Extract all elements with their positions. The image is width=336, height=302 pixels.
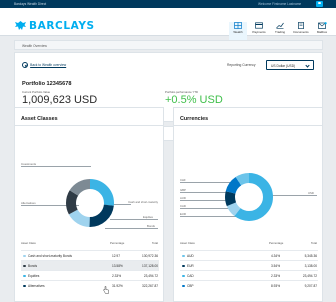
legend-dot <box>182 284 185 288</box>
column-header: Asset Class <box>180 241 195 245</box>
asset-classes-card: Asset Classes Investments Alternatives C… <box>14 107 164 302</box>
currency-name: EUR <box>187 264 194 268</box>
column-header: Asset Class <box>21 241 36 245</box>
table-row[interactable]: CAD 2.33% 23,494.72 <box>180 270 318 280</box>
nav-label: Mailbox <box>316 30 328 34</box>
portfolio-value: 1,009,623 USD <box>22 94 98 106</box>
table-row[interactable]: Equities 2.33% 23,494.72 <box>21 270 159 280</box>
nav-label: Documents <box>293 30 309 34</box>
reporting-currency-select[interactable]: US Dollar (USD) <box>266 60 314 70</box>
user-icon[interactable] <box>316 1 323 7</box>
currency-name: AUD <box>187 254 194 258</box>
leader-line <box>21 166 91 167</box>
currencies-title: Currencies <box>180 116 209 122</box>
mailbox-icon <box>317 22 327 29</box>
asset-class-total: 130,972.36 <box>142 254 158 258</box>
column-header: Percentage <box>269 241 284 245</box>
nav-label: Wealth <box>233 30 243 34</box>
nav-label: Trading <box>274 30 286 34</box>
asset-class-name: Alternatives <box>28 284 45 288</box>
breadcrumb-label[interactable]: Wealth Overview <box>22 44 47 48</box>
back-arrow-icon <box>22 62 28 68</box>
asset-class-name: Cash and short-maturity Bonds <box>28 254 72 258</box>
legend-dot <box>23 284 26 288</box>
currency-name: CBP <box>187 284 194 288</box>
chevron-down-icon <box>305 62 310 68</box>
asset-class-percentage: 12.97 <box>112 254 120 258</box>
currency-percentage: 2.33% <box>271 274 281 278</box>
wealth-grid-icon <box>234 22 242 29</box>
legend-dot <box>23 254 26 258</box>
brand-name: BARCLAYS <box>29 20 95 32</box>
leader-line <box>105 228 158 229</box>
currencies-card: Currencies CHF GBP AUD CAD EUR USD Asset… <box>173 107 323 302</box>
nav-documents[interactable]: Documents <box>292 22 310 40</box>
asset-class-name: Bonds <box>28 264 38 268</box>
currency-total: 9,207.87 <box>304 284 317 288</box>
back-link-label: Back to Wealth overview <box>30 63 67 67</box>
breadcrumb: Wealth Overview <box>14 40 323 50</box>
currency-percentage: 8.93% <box>271 284 281 288</box>
reporting-currency-label: Reporting Currency <box>227 63 256 67</box>
legend-dot <box>182 274 185 278</box>
table-row[interactable]: Alternatives 31.92% 322,267.87 <box>21 280 159 290</box>
asset-class-total: 137,128.00 <box>142 264 158 268</box>
header: BARCLAYS Wealth Payments Trading Documen… <box>0 8 336 40</box>
asset-class-percentage: 2.33% <box>112 274 122 278</box>
asset-donut-chart <box>66 179 114 227</box>
legend-dot <box>182 264 185 268</box>
table-row[interactable]: EUR 3.54% 3,138.00 <box>180 260 318 270</box>
table-row[interactable]: CBP 8.93% 9,207.87 <box>180 280 318 290</box>
table-row[interactable]: Cash and short-maturity Bonds 12.97 130,… <box>21 250 159 260</box>
nav-payments[interactable]: Payments <box>250 22 268 40</box>
welcome-text[interactable]: Welcome Firstname Lastname <box>258 2 301 6</box>
portfolio-performance: +0.5% USD <box>165 94 223 106</box>
currency-total: 3,138.00 <box>304 264 317 268</box>
asset-classes-title: Asset Classes <box>21 116 58 122</box>
asset-class-total: 23,494.72 <box>143 274 158 278</box>
back-link[interactable]: Back to Wealth overview <box>22 62 66 68</box>
currency-total: 23,494.72 <box>302 274 317 278</box>
trading-chart-icon <box>276 22 284 29</box>
table-row[interactable]: Bonds 13.58% 137,128.00 <box>21 260 159 294</box>
documents-icon <box>298 22 304 29</box>
divider <box>15 125 163 126</box>
site-name: Barclays Wealth Direct <box>14 2 47 6</box>
portfolio-title: Portfolio 12345678 <box>22 81 72 87</box>
payments-card-icon <box>255 22 263 29</box>
currency-percentage: 3.54% <box>271 264 281 268</box>
nav-trading[interactable]: Trading <box>271 22 289 40</box>
nav-mailbox[interactable]: Mailbox <box>313 22 331 40</box>
column-header: Total <box>152 241 158 245</box>
currency-percentage: 4.34% <box>271 254 281 258</box>
currency-name: CAD <box>187 274 194 278</box>
column-header: Total <box>311 241 317 245</box>
legend-dot <box>182 254 185 258</box>
leader-line <box>269 195 317 196</box>
table-row[interactable]: AUD 4.34% 5,345.36 <box>180 250 318 260</box>
currency-donut-chart <box>225 173 273 221</box>
leader-line <box>110 219 158 220</box>
utility-bar: Barclays Wealth Direct Welcome Firstname… <box>0 0 336 8</box>
asset-class-percentage: 31.92% <box>112 284 123 288</box>
eagle-icon <box>15 21 26 30</box>
asset-class-name: Equities <box>28 274 40 278</box>
nav-wealth[interactable]: Wealth <box>229 22 247 40</box>
legend-dot <box>23 274 26 278</box>
chart-label: Cash and short-maturity <box>128 200 158 204</box>
asset-class-total: 322,267.87 <box>142 284 158 288</box>
currency-total: 5,345.36 <box>304 254 317 258</box>
asset-class-percentage: 13.58% <box>112 264 123 268</box>
column-header: Percentage <box>110 241 125 245</box>
divider <box>174 125 322 126</box>
reporting-currency-value: US Dollar (USD) <box>271 64 296 68</box>
leader-line <box>180 200 228 201</box>
legend-dot <box>23 264 26 268</box>
nav-label: Payments <box>252 30 266 34</box>
